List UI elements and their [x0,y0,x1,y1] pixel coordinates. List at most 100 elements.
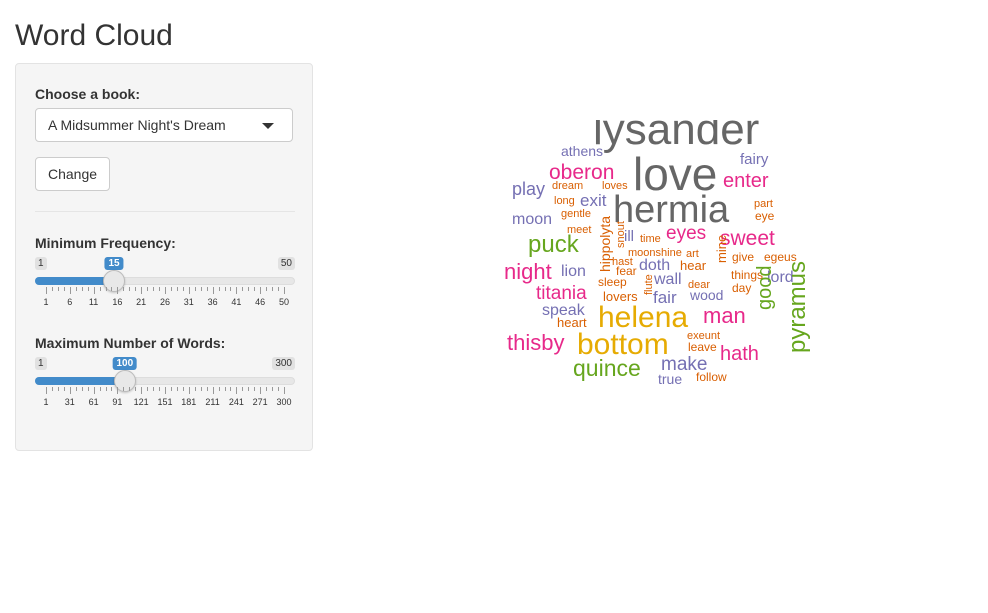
slider-tick [147,287,149,291]
slider-tick-label: 1 [43,297,49,307]
slider-tick [81,387,83,391]
word-eyes: eyes [666,223,706,244]
slider-tick [129,287,131,291]
word-sleep: sleep [598,275,627,289]
slider-tick [141,387,143,394]
word-moon: moon [512,211,552,228]
word-puck: puck [528,231,580,258]
slider-tick-label: 211 [205,397,220,407]
slider-tick-label: 121 [133,397,149,407]
slider-tick [46,387,47,394]
slider-tick [284,387,285,394]
slider-tick [153,287,155,291]
slider-tick [194,387,196,391]
slider-tick [230,287,232,291]
slider-tick-label: 1 [43,397,49,407]
word-time: time [640,233,661,245]
slider-tick [51,387,53,391]
slider-tick [99,287,101,291]
slider-tick [224,287,226,291]
word-play: play [512,179,545,199]
slider-tick [93,387,95,394]
slider-tick [123,287,125,291]
slider-tick [129,387,131,391]
slider-tick [46,287,47,294]
slider-tick [123,387,125,391]
slider-tick-label: 31 [183,297,194,307]
word-lion: lion [561,263,586,280]
word-dream: dream [552,180,583,192]
slider-tick [182,287,184,291]
slider-tick-label: 31 [64,397,75,407]
word-snout: snout [615,221,627,248]
slider-tick-label: 181 [181,397,197,407]
slider-tick [159,387,161,391]
slider-tick-label: 11 [88,297,99,307]
word-mine: mine [714,235,729,263]
book-select[interactable]: A Midsummer Night's Dream [35,108,293,142]
slider-ticks: 1 6 11 16 21 26 31 36 41 46 50 [35,287,295,317]
slider-tick [188,387,190,394]
min-frequency-slider[interactable]: 1 50 15 1 6 11 16 21 26 31 36 41 46 50 [35,257,295,317]
divider [35,211,295,212]
slider-max-label: 50 [277,257,295,270]
slider-tick [278,287,280,291]
min-frequency-label: Minimum Frequency: [35,235,176,251]
slider-tick-label: 271 [252,397,268,407]
slider-tick [218,287,220,291]
word-give: give [732,250,754,264]
word-leave: leave [688,340,717,354]
slider-tick-label: 16 [112,297,123,307]
word-gentle: gentle [561,208,591,220]
slider-tick [284,287,285,294]
slider-tick [57,387,59,391]
slider-tick [212,287,214,294]
slider-tick [170,387,172,391]
slider-tick [242,387,244,391]
slider-tick [200,287,202,291]
page-title: Word Cloud [15,19,173,52]
slider-tick [212,387,214,394]
slider-tick [111,287,113,291]
slider-tick [147,387,149,391]
max-words-slider[interactable]: 1 300 100 1 31 61 91 121 151 181 211 241 271 300 [35,357,295,417]
slider-tick [159,287,161,291]
slider-tick [206,287,208,291]
slider-tick [81,287,83,291]
slider-tick-label: 21 [136,297,147,307]
word-night: night [504,259,552,284]
slider-tick-label: 46 [255,297,266,307]
word-wall: wall [653,271,682,288]
change-button[interactable]: Change [35,157,111,191]
slider-tick [117,287,119,294]
slider-tick [194,287,196,291]
slider-tick [236,387,238,394]
max-words-label: Maximum Number of Words: [35,335,226,351]
slider-tick [93,287,95,294]
slider-tick-label: 151 [157,397,173,407]
slider-tick [69,287,71,294]
slider-tick [188,287,190,294]
word-enter: enter [723,170,769,192]
word-day: day [732,281,751,295]
word-eye: eye [755,209,775,223]
slider-tick [63,387,65,391]
slider-tick [278,387,280,391]
slider-tick-label: 241 [228,397,244,407]
slider-tick [75,387,77,391]
slider-value-label: 15 [104,257,124,270]
slider-tick [111,387,113,391]
word-hath: hath [720,343,759,365]
slider-tick-label: 61 [88,397,99,407]
slider-tick-label: 300 [276,397,292,407]
word-good: good [754,266,776,311]
slider-tick [69,387,71,394]
slider-fill [35,377,125,385]
slider-tick [206,387,208,391]
slider-tick [117,387,119,394]
slider-min-label: 1 [35,357,47,370]
slider-tick [242,287,244,291]
slider-tick [236,287,238,294]
word-hear: hear [680,258,707,273]
slider-tick [135,287,137,291]
